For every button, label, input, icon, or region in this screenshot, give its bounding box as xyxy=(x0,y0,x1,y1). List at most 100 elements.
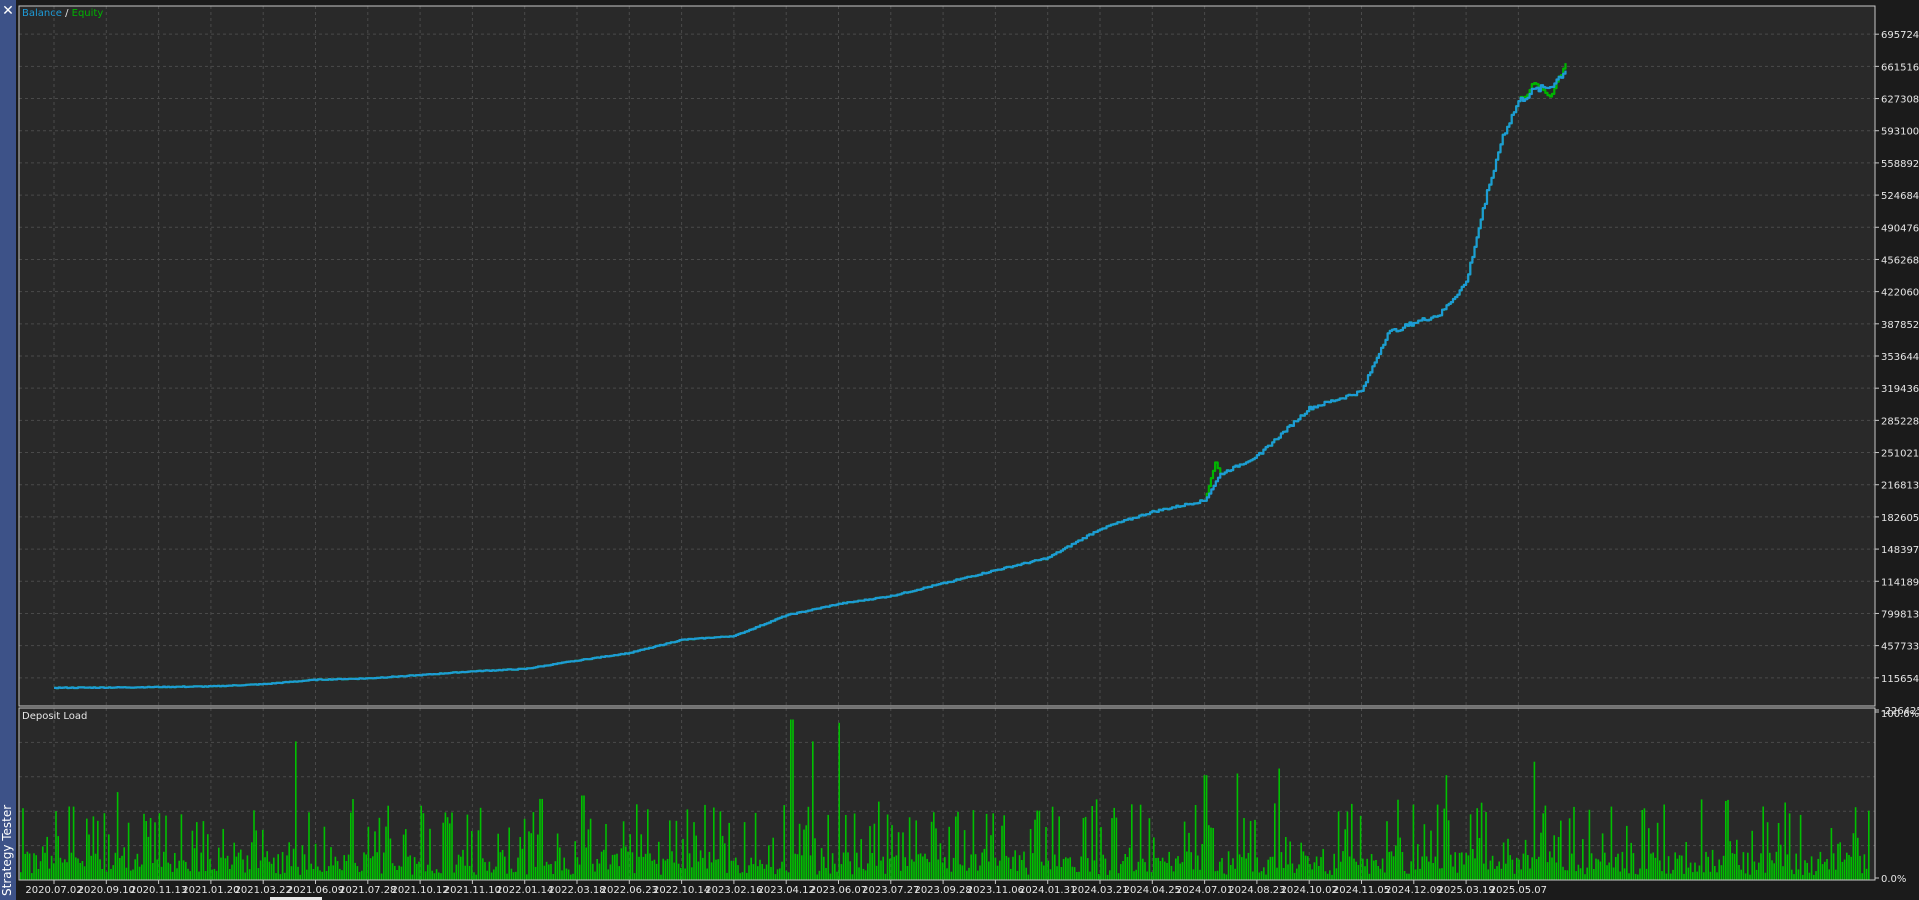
deposit-load-bar xyxy=(1256,857,1258,880)
deposit-load-bar xyxy=(167,862,169,880)
deposit-load-bar xyxy=(1124,854,1126,880)
deposit-load-bar xyxy=(1863,854,1866,880)
deposit-load-bar xyxy=(1069,857,1071,880)
deposit-load-bar xyxy=(924,853,926,880)
deposit-load-bar xyxy=(939,843,942,880)
side-title-text: Strategy Tester xyxy=(0,804,14,896)
deposit-load-bar xyxy=(1370,854,1373,880)
deposit-load-bar xyxy=(39,861,42,880)
deposit-load-bar xyxy=(869,826,871,880)
deposit-load-bar xyxy=(735,857,737,880)
deposit-load-bar xyxy=(589,818,592,880)
deposit-load-bar xyxy=(1406,873,1408,880)
deposit-load-bar xyxy=(1703,872,1705,880)
deposit-load-bar xyxy=(772,837,774,880)
deposit-load-bar xyxy=(1232,858,1234,880)
deposit-load-bar xyxy=(1452,866,1454,880)
deposit-load-bar xyxy=(1467,855,1470,880)
deposit-load-bar xyxy=(875,865,878,880)
deposit-load-bar xyxy=(510,868,513,880)
deposit-load-bar xyxy=(251,842,253,880)
x-axis-tick-label: 2023.06.07 xyxy=(810,885,867,896)
deposit-load-bar xyxy=(1040,861,1043,880)
deposit-load-bar xyxy=(1599,861,1602,880)
deposit-load-bar xyxy=(90,855,92,880)
deposit-load-bar xyxy=(1397,799,1399,880)
deposit-load-bar xyxy=(1161,857,1164,880)
deposit-load-bar xyxy=(1137,861,1140,880)
deposit-load-bar xyxy=(1769,852,1771,880)
x-axis-tick-label: 2021.10.12 xyxy=(391,885,448,896)
deposit-load-bar xyxy=(400,866,403,880)
deposit-load-bar xyxy=(662,858,664,880)
deposit-load-bar xyxy=(1025,867,1027,880)
deposit-load-bar xyxy=(1784,802,1786,880)
deposit-load-bar xyxy=(1617,853,1619,880)
deposit-load-bar xyxy=(1212,828,1214,880)
deposit-load-bar xyxy=(407,856,409,880)
deposit-load-bar xyxy=(1606,865,1608,880)
deposit-load-bar xyxy=(996,865,999,880)
deposit-load-bar xyxy=(1236,773,1239,880)
deposit-load-bar xyxy=(356,866,359,880)
chart-legend: Balance / Equity xyxy=(22,8,103,19)
deposit-load-bar xyxy=(1700,799,1703,880)
deposit-load-bar xyxy=(836,871,838,880)
deposit-load-bar xyxy=(1049,869,1052,880)
deposit-load-bar xyxy=(1254,819,1256,880)
deposit-load-bar xyxy=(1456,872,1459,880)
x-axis-tick-label: 2024.10.02 xyxy=(1281,885,1338,896)
deposit-load-bar xyxy=(358,872,361,880)
deposit-load-bar xyxy=(517,857,519,880)
y-axis-tick-label: 0.0% xyxy=(1881,874,1906,885)
deposit-load-bar xyxy=(182,860,185,880)
deposit-load-title: Deposit Load xyxy=(22,711,87,722)
deposit-load-bar xyxy=(424,871,427,880)
deposit-load-bar xyxy=(438,872,440,880)
close-icon[interactable]: ✕ xyxy=(0,0,16,22)
deposit-load-bar xyxy=(156,859,158,880)
deposit-load-bar xyxy=(649,853,651,880)
deposit-load-bar xyxy=(1509,855,1511,880)
deposit-load-bar xyxy=(116,792,119,880)
deposit-load-bar xyxy=(625,846,627,880)
deposit-load-bar xyxy=(1386,821,1388,880)
deposit-load-bar xyxy=(1247,852,1250,880)
deposit-load-bar xyxy=(385,826,387,880)
deposit-load-bar xyxy=(361,870,363,880)
deposit-load-bar xyxy=(554,861,557,880)
deposit-load-bar xyxy=(1436,804,1439,880)
deposit-load-bar xyxy=(1740,869,1742,880)
deposit-load-bar xyxy=(1628,873,1630,880)
deposit-load-bar xyxy=(455,864,458,880)
y-axis-tick-label: 1826051 xyxy=(1881,513,1919,524)
deposit-load-bar xyxy=(233,842,235,880)
deposit-load-bar xyxy=(941,862,944,880)
deposit-load-bar xyxy=(1263,867,1265,880)
deposit-load-bar xyxy=(768,845,770,880)
deposit-load-bar xyxy=(979,865,981,880)
deposit-load-bar xyxy=(154,822,156,880)
deposit-load-bar xyxy=(882,856,884,880)
deposit-load-bar xyxy=(61,862,64,880)
deposit-load-bar xyxy=(1197,855,1199,880)
deposit-load-bar xyxy=(1445,775,1448,880)
deposit-load-bar xyxy=(1144,862,1146,880)
deposit-load-bar xyxy=(218,847,220,880)
deposit-load-bar xyxy=(1828,869,1830,880)
deposit-load-bar xyxy=(1258,872,1261,880)
deposit-load-bar xyxy=(242,859,244,880)
deposit-load-bar xyxy=(1348,856,1351,880)
deposit-load-bar xyxy=(343,855,345,880)
deposit-load-bar xyxy=(653,859,656,880)
deposit-load-bar xyxy=(609,864,612,880)
deposit-load-bar xyxy=(449,823,451,880)
deposit-load-bar xyxy=(248,869,251,880)
deposit-load-bar xyxy=(1065,857,1067,880)
deposit-load-bar xyxy=(1012,856,1014,880)
deposit-load-bar xyxy=(1190,852,1192,880)
deposit-load-bar xyxy=(1808,872,1811,880)
deposit-load-bar xyxy=(292,848,295,880)
deposit-load-bar xyxy=(422,813,425,880)
deposit-load-bar xyxy=(1106,874,1109,880)
